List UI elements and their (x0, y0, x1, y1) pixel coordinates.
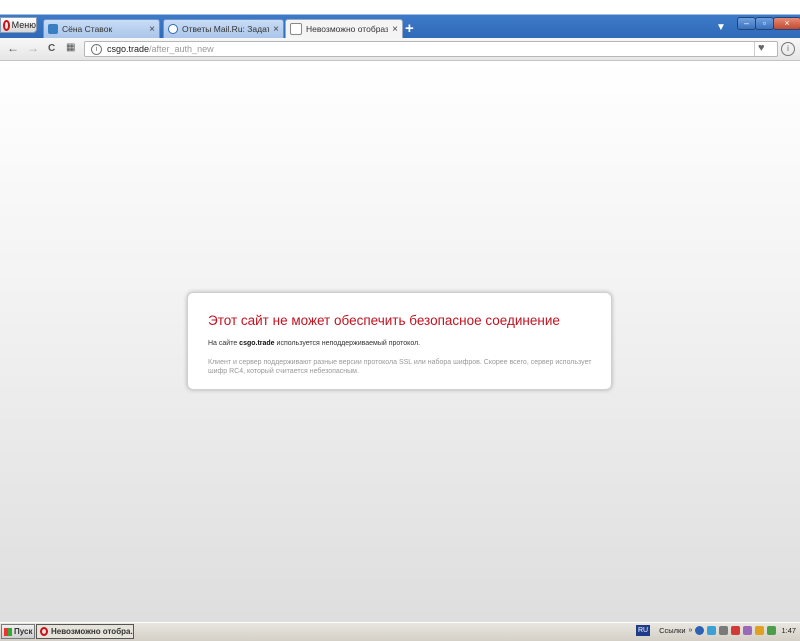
address-separator (754, 42, 755, 56)
network-tray-icon[interactable] (695, 626, 705, 635)
opera-badge-icon[interactable]: i (781, 42, 795, 56)
opera-logo-icon (3, 19, 10, 31)
back-button[interactable]: ← (7, 42, 19, 54)
update-tray-icon[interactable] (755, 626, 765, 635)
tab-strip: Меню Сёна Ставок × Ответы Mail.Ru: Задат… (0, 0, 800, 38)
speaker-tray-icon[interactable] (719, 626, 729, 635)
tab-stavok[interactable]: Сёна Ставок × (43, 19, 160, 38)
antivirus-tray-icon[interactable] (731, 626, 741, 635)
windows-logo-icon (4, 627, 12, 636)
links-expand-icon[interactable]: » (689, 627, 693, 634)
tab-error-page[interactable]: Невозможно отобразить стр × (285, 19, 403, 38)
address-bar[interactable]: i csgo.trade/after_auth_new ♥ (84, 41, 778, 57)
start-label: Пуск (14, 627, 33, 636)
tab-title: Сёна Ставок (62, 24, 113, 34)
security-tray-icon[interactable] (767, 626, 777, 635)
ssl-error-card: Этот сайт не может обеспечить безопасное… (187, 292, 612, 390)
app-tray-icon[interactable] (743, 626, 753, 635)
maximize-button[interactable]: ▫ (755, 17, 774, 30)
site-favicon-icon (48, 24, 58, 34)
close-window-button[interactable]: × (773, 17, 800, 30)
error-sub-suffix: используется неподдерживаемый протокол. (276, 340, 421, 347)
links-toolbar[interactable]: Ссылки (659, 626, 685, 635)
minimize-button[interactable]: – (737, 17, 756, 30)
tab-title: Невозможно отобразить стр (306, 24, 389, 34)
navigation-toolbar: ← → C ▦ i csgo.trade/after_auth_new ♥ i (0, 38, 800, 61)
bookmark-heart-icon[interactable]: ♥ (758, 42, 765, 54)
opera-menu-button[interactable]: Меню (0, 17, 37, 33)
clock[interactable]: 1:47 (781, 626, 796, 635)
tab-menu-icon[interactable]: ▼ (716, 22, 726, 33)
start-button[interactable]: Пуск (1, 624, 35, 639)
tab-close-icon[interactable]: × (392, 24, 398, 35)
tab-title: Ответы Mail.Ru: Задать во (182, 24, 270, 34)
system-tray: RU Ссылки » 1:47 (636, 625, 796, 636)
url-path: /after_auth_new (149, 44, 214, 54)
mailru-favicon-icon (168, 24, 178, 34)
error-subtitle: На сайте csgo.trade используется неподде… (208, 340, 591, 347)
language-indicator[interactable]: RU (636, 625, 651, 636)
taskbar: Пуск Невозможно отобра... RU Ссылки » 1:… (0, 622, 800, 641)
tab-mail-answers[interactable]: Ответы Mail.Ru: Задать во × (163, 19, 284, 38)
address-url[interactable]: csgo.trade/after_auth_new (107, 44, 214, 54)
skype-tray-icon[interactable] (707, 626, 717, 635)
taskbar-opera-window[interactable]: Невозможно отобра... (36, 624, 134, 639)
error-sub-prefix: На сайте (208, 340, 238, 347)
opera-task-icon (40, 627, 48, 636)
error-detail: Клиент и сервер поддерживают разные верс… (208, 359, 592, 375)
forward-button[interactable]: → (27, 42, 39, 54)
url-host: csgo.trade (107, 44, 150, 54)
page-favicon-icon (290, 23, 302, 35)
error-title: Этот сайт не может обеспечить безопасное… (208, 313, 560, 328)
menu-label: Меню (11, 20, 36, 30)
new-tab-button[interactable]: + (405, 20, 414, 37)
speed-dial-button[interactable]: ▦ (66, 42, 75, 54)
reload-button[interactable]: C (48, 43, 55, 55)
tab-close-icon[interactable]: × (273, 24, 279, 35)
page-content: Этот сайт не может обеспечить безопасное… (0, 61, 800, 622)
tab-close-icon[interactable]: × (149, 24, 155, 35)
site-info-icon[interactable]: i (91, 44, 102, 55)
error-host: csgo.trade (239, 340, 275, 347)
task-label: Невозможно отобра... (51, 627, 134, 636)
